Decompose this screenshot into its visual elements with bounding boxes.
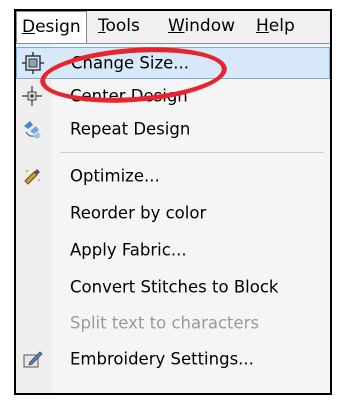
menu-item-label: Repeat Design [70,119,191,139]
menu-item-label: Apply Fabric... [70,240,187,260]
menu-item-repeat-design[interactable]: Repeat Design [16,113,330,145]
menu-item-label: Split text to characters [70,313,260,333]
settings-icon [23,351,43,368]
menu-tools[interactable]: Tools [98,11,140,43]
menu-item-optimize[interactable]: Optimize... [16,160,330,192]
menu-item-label: Reorder by color [70,203,207,223]
menu-item-label: Center Design [70,86,188,106]
menu-item-convert-stitches-to-block[interactable]: Convert Stitches to Block [16,271,330,303]
menu-item-label: Convert Stitches to Block [70,277,279,297]
menu-item-label: Embroidery Settings... [70,349,254,369]
menu-window[interactable]: Window [168,11,235,43]
menu-item-apply-fabric[interactable]: Apply Fabric... [16,234,330,266]
menu-item-split-text-to-characters: Split text to characters [16,307,330,339]
menu-item-embroidery-settings[interactable]: Embroidery Settings... [16,343,330,375]
menu-bar: Design Tools Window Help [16,11,330,45]
menu-item-reorder-by-color[interactable]: Reorder by color [16,197,330,229]
menu-window: Design Tools Window Help Change Size... [14,9,332,395]
optimize-icon [24,169,41,185]
center-icon [22,86,42,106]
menu-item-change-size[interactable]: Change Size... [16,47,330,79]
menu-item-label: Change Size... [71,53,190,73]
menu-separator [60,152,324,153]
menu-design[interactable]: Design [16,11,87,43]
menu-help[interactable]: Help [256,11,295,43]
menu-item-center-design[interactable]: Center Design [16,80,330,112]
menu-item-label: Optimize... [70,166,160,186]
repeat-icon [24,121,41,139]
design-dropdown-menu: Change Size... Center Design Repeat Desi… [16,43,330,393]
resize-icon [22,52,44,74]
